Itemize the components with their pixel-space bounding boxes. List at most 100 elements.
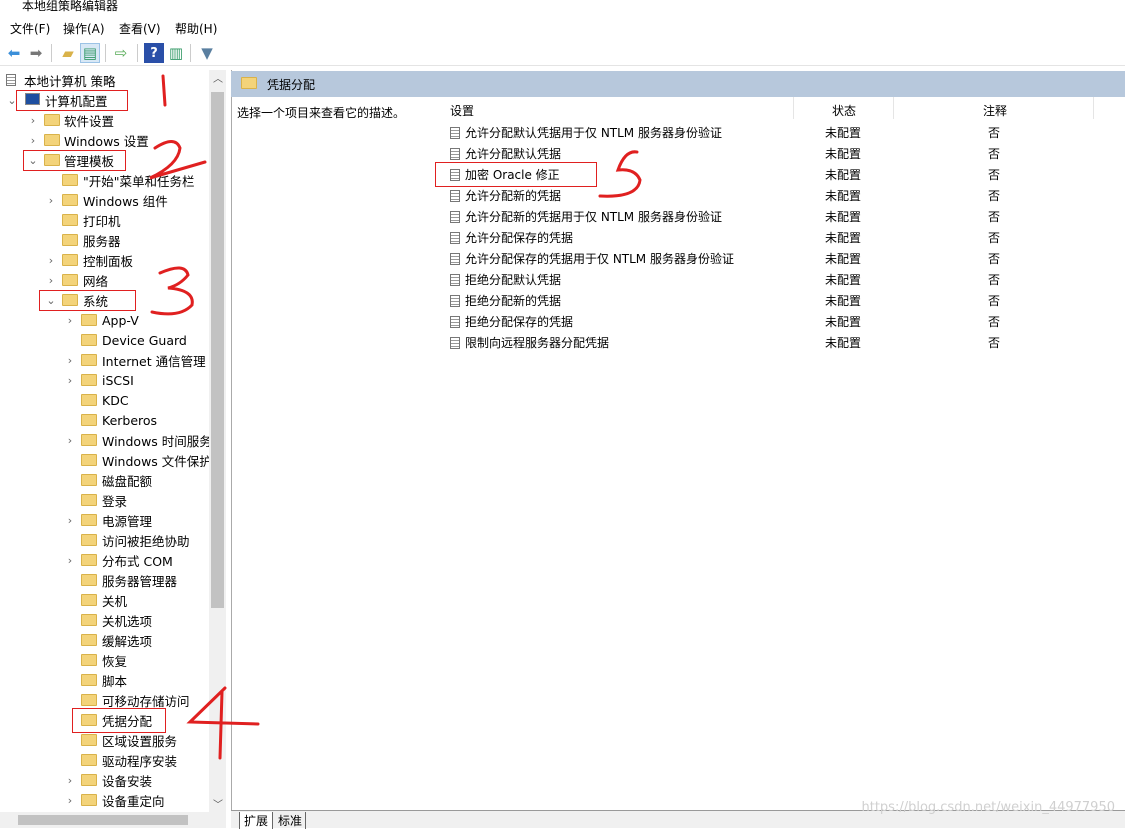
table-row[interactable]: 拒绝分配默认凭据 未配置 否: [450, 269, 1100, 290]
tree-item[interactable]: 本地计算机 策略: [0, 70, 209, 90]
tree-item-label: 软件设置: [64, 113, 115, 129]
menu-action[interactable]: 操作(A): [63, 20, 105, 37]
table-row[interactable]: 允许分配新的凭据用于仅 NTLM 服务器身份验证 未配置 否: [450, 206, 1100, 227]
folder-icon: [81, 734, 97, 746]
tree-item[interactable]: › App-V: [0, 310, 209, 330]
setting-comment: 否: [988, 336, 1001, 350]
tree-item[interactable]: 打印机: [0, 210, 209, 230]
column-setting[interactable]: 设置: [450, 102, 474, 119]
chevron-right-icon[interactable]: ›: [65, 794, 75, 807]
settings-list: 设置 状态 注释 允许分配默认凭据用于仅 NTLM 服务器身份验证 未配置 否 …: [435, 97, 1125, 810]
menu-file[interactable]: 文件(F): [10, 20, 50, 37]
tree-item[interactable]: › Windows 设置: [0, 130, 209, 150]
folder-icon: [62, 254, 78, 266]
chevron-right-icon[interactable]: ›: [65, 374, 75, 387]
scroll-thumb[interactable]: [211, 92, 224, 608]
chevron-right-icon[interactable]: ›: [28, 134, 38, 147]
tree-item[interactable]: Kerberos: [0, 410, 209, 430]
tree-item[interactable]: 驱动程序安装: [0, 750, 209, 770]
tree-item-label: Windows 组件: [83, 193, 168, 209]
folder-icon: [81, 754, 97, 766]
table-row[interactable]: 限制向远程服务器分配凭据 未配置 否: [450, 332, 1100, 353]
table-row[interactable]: 拒绝分配新的凭据 未配置 否: [450, 290, 1100, 311]
tree-item[interactable]: Device Guard: [0, 330, 209, 350]
tree-item[interactable]: › iSCSI: [0, 370, 209, 390]
tree-item-label: Windows 文件保护: [102, 453, 212, 469]
chevron-right-icon[interactable]: ›: [65, 354, 75, 367]
tree-item[interactable]: › 软件设置: [0, 110, 209, 130]
chevron-right-icon[interactable]: ›: [46, 254, 56, 267]
tree-horizontal-scrollbar[interactable]: [0, 812, 226, 828]
tree-item[interactable]: 访问被拒绝协助: [0, 530, 209, 550]
window-title: 本地组策略编辑器: [22, 0, 119, 13]
table-row[interactable]: 允许分配默认凭据 未配置 否: [450, 143, 1100, 164]
menu-help[interactable]: 帮助(H): [175, 20, 217, 37]
tree-item[interactable]: › 设备安装: [0, 770, 209, 790]
chevron-right-icon[interactable]: ›: [28, 114, 38, 127]
tab-standard[interactable]: 标准: [275, 812, 307, 829]
title-bar: 本地组策略编辑器: [0, 0, 1125, 14]
table-row[interactable]: 允许分配新的凭据 未配置 否: [450, 185, 1100, 206]
annotation-box-4: [72, 708, 166, 733]
menu-view[interactable]: 查看(V): [119, 20, 161, 37]
tree-item[interactable]: › Internet 通信管理: [0, 350, 209, 370]
tree-item[interactable]: 恢复: [0, 650, 209, 670]
chevron-right-icon[interactable]: ›: [46, 194, 56, 207]
tree-item[interactable]: › 网络: [0, 270, 209, 290]
tree-item[interactable]: Windows 文件保护: [0, 450, 212, 470]
tree-item[interactable]: › 控制面板: [0, 250, 209, 270]
scroll-up-icon[interactable]: ︿: [213, 70, 223, 85]
tree-item[interactable]: › Windows 组件: [0, 190, 209, 210]
tree-item-label: KDC: [102, 392, 129, 408]
tab-extended[interactable]: 扩展: [239, 812, 274, 829]
tree-item[interactable]: › 电源管理: [0, 510, 209, 530]
details-header: 凭据分配: [231, 71, 1125, 97]
column-state[interactable]: 状态: [832, 102, 856, 119]
chevron-right-icon[interactable]: ›: [65, 314, 75, 327]
tree-item[interactable]: KDC: [0, 390, 209, 410]
help-icon[interactable]: ?: [144, 43, 164, 63]
tree-item-label: 服务器: [83, 233, 121, 249]
scroll-down-icon[interactable]: ﹀: [213, 796, 223, 811]
show-hide-tree-icon[interactable]: ▤: [80, 43, 100, 63]
tree-item[interactable]: 服务器管理器: [0, 570, 209, 590]
tree-item[interactable]: 关机选项: [0, 610, 209, 630]
tree-item-label: Windows 时间服务: [102, 433, 212, 449]
chevron-right-icon[interactable]: ›: [46, 274, 56, 287]
table-row[interactable]: 允许分配保存的凭据用于仅 NTLM 服务器身份验证 未配置 否: [450, 248, 1100, 269]
tree-item[interactable]: 脚本: [0, 670, 209, 690]
up-folder-icon[interactable]: ▰: [58, 43, 78, 63]
tree-item[interactable]: 缓解选项: [0, 630, 209, 650]
tree-item[interactable]: › 分布式 COM: [0, 550, 209, 570]
chevron-right-icon[interactable]: ›: [65, 554, 75, 567]
tree-item-label: 关机选项: [102, 613, 153, 629]
tree-item[interactable]: 区域设置服务: [0, 730, 209, 750]
tree-vertical-scrollbar[interactable]: ︿ ﹀: [209, 70, 226, 812]
tree-item[interactable]: 磁盘配额: [0, 470, 209, 490]
table-row[interactable]: 允许分配保存的凭据 未配置 否: [450, 227, 1100, 248]
table-row[interactable]: 拒绝分配保存的凭据 未配置 否: [450, 311, 1100, 332]
tree-item[interactable]: 关机: [0, 590, 209, 610]
chevron-right-icon[interactable]: ›: [65, 434, 75, 447]
setting-name: 拒绝分配新的凭据: [465, 294, 562, 308]
tree-item[interactable]: › Windows 时间服务: [0, 430, 212, 450]
folder-icon: [44, 114, 60, 126]
folder-icon: [62, 174, 78, 186]
tree-item[interactable]: 服务器: [0, 230, 209, 250]
table-row[interactable]: 允许分配默认凭据用于仅 NTLM 服务器身份验证 未配置 否: [450, 122, 1100, 143]
forward-icon[interactable]: ➡: [26, 43, 46, 63]
chevron-right-icon[interactable]: ›: [65, 514, 75, 527]
tree-item[interactable]: 可移动存储访问: [0, 690, 209, 710]
folder-icon: [81, 794, 97, 806]
annotation-box-1: [16, 90, 128, 111]
chevron-right-icon[interactable]: ›: [65, 774, 75, 787]
back-icon[interactable]: ⬅: [4, 43, 24, 63]
tree-item[interactable]: › 设备重定向: [0, 790, 209, 810]
hscroll-thumb[interactable]: [18, 815, 188, 825]
column-comment[interactable]: 注释: [983, 102, 1007, 119]
export-list-icon[interactable]: ⇨: [111, 43, 131, 63]
tree-item[interactable]: "开始"菜单和任务栏: [0, 170, 209, 190]
show-hide-action-pane-icon[interactable]: ▥: [166, 43, 186, 63]
filter-icon[interactable]: ▼: [197, 43, 217, 63]
tree-item[interactable]: 登录: [0, 490, 209, 510]
